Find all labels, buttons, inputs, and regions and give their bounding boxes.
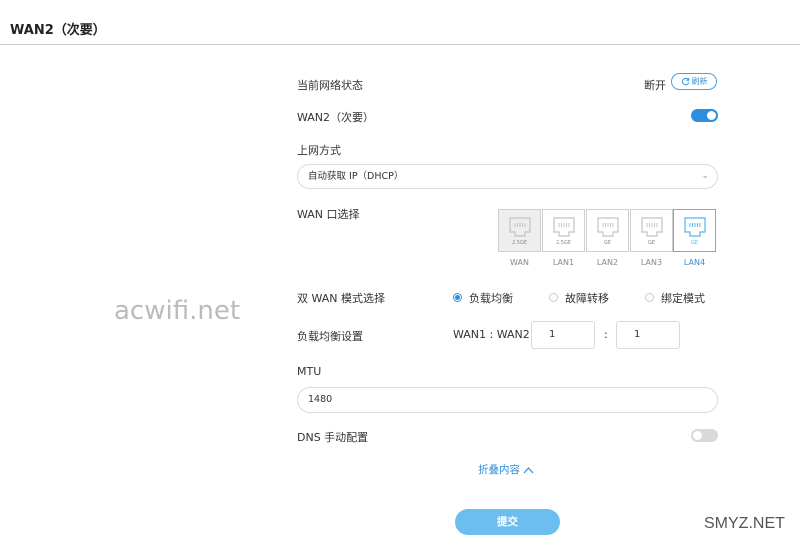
radio-label-failover[interactable]: 故障转移 [565, 290, 609, 306]
refresh-button[interactable]: 刷新 [671, 73, 717, 90]
wan-port-label: WAN 口选择 [297, 208, 360, 221]
port-speed: 2.5GE [556, 240, 571, 246]
port-lan4[interactable]: GE [673, 209, 716, 252]
radio-label-bind-mode[interactable]: 绑定模式 [661, 290, 705, 306]
watermark-acwifi: acwifi.net [114, 296, 241, 326]
ethernet-port-icon [640, 217, 663, 237]
watermark-smyz: SMYZ.NET [704, 515, 785, 532]
chevron-down-icon: ⌄ [701, 171, 709, 181]
port-speed: GE [647, 240, 656, 246]
port-lan3[interactable]: GE [630, 209, 673, 252]
radio-load-balance[interactable] [453, 293, 462, 302]
collapse-label: 折叠内容 [478, 464, 520, 476]
ratio-separator: : [604, 328, 608, 341]
access-method-label: 上网方式 [297, 144, 341, 157]
dns-manual-toggle[interactable] [691, 429, 718, 442]
wan1-weight-input[interactable]: 1 [531, 321, 595, 349]
submit-button[interactable]: 提交 [455, 509, 560, 535]
port-lan2[interactable]: GE [586, 209, 629, 252]
ethernet-port-icon [552, 217, 575, 237]
mtu-input[interactable]: 1480 [297, 387, 718, 413]
wan2-weight-input[interactable]: 1 [616, 321, 680, 349]
access-method-select[interactable]: 自动获取 IP（DHCP） ⌄ [297, 164, 718, 189]
ethernet-port-icon [508, 217, 531, 237]
port-name-lan4: LAN4 [683, 258, 706, 267]
port-name-lan2: LAN2 [596, 258, 619, 267]
dual-wan-mode-label: 双 WAN 模式选择 [297, 292, 386, 305]
toggle-knob [707, 111, 716, 120]
mtu-label: MTU [297, 365, 322, 378]
refresh-icon [681, 77, 689, 86]
port-speed: GE [603, 240, 612, 246]
wan2-toggle[interactable] [691, 109, 718, 122]
port-speed: GE [690, 240, 699, 246]
port-name-wan: WAN [510, 258, 529, 267]
access-method-value: 自动获取 IP（DHCP） [308, 171, 404, 182]
port-lan1[interactable]: 2.5GE [542, 209, 585, 252]
port-name-lan1: LAN1 [552, 258, 575, 267]
network-status-value: 断开 [644, 79, 666, 92]
radio-failover[interactable] [549, 293, 558, 302]
chevron-up-icon [523, 467, 534, 474]
refresh-label: 刷新 [691, 77, 708, 86]
port-speed: 2.5GE [512, 240, 527, 246]
radio-bind-mode[interactable] [645, 293, 654, 302]
toggle-knob [693, 431, 702, 440]
dns-manual-label: DNS 手动配置 [297, 431, 369, 444]
ethernet-port-icon [683, 217, 706, 237]
ethernet-port-icon [596, 217, 619, 237]
ratio-label: WAN1 : WAN2 [453, 328, 530, 341]
collapse-link[interactable]: 折叠内容 [478, 462, 534, 477]
wan2-label: WAN2（次要） [297, 111, 375, 124]
radio-label-load-balance[interactable]: 负载均衡 [469, 290, 513, 306]
header-divider [0, 44, 800, 45]
load-balance-label: 负载均衡设置 [297, 330, 363, 343]
port-name-lan3: LAN3 [640, 258, 663, 267]
port-wan: 2.5GE [498, 209, 541, 252]
page-title: WAN2（次要） [10, 23, 106, 38]
network-status-label: 当前网络状态 [297, 79, 363, 92]
